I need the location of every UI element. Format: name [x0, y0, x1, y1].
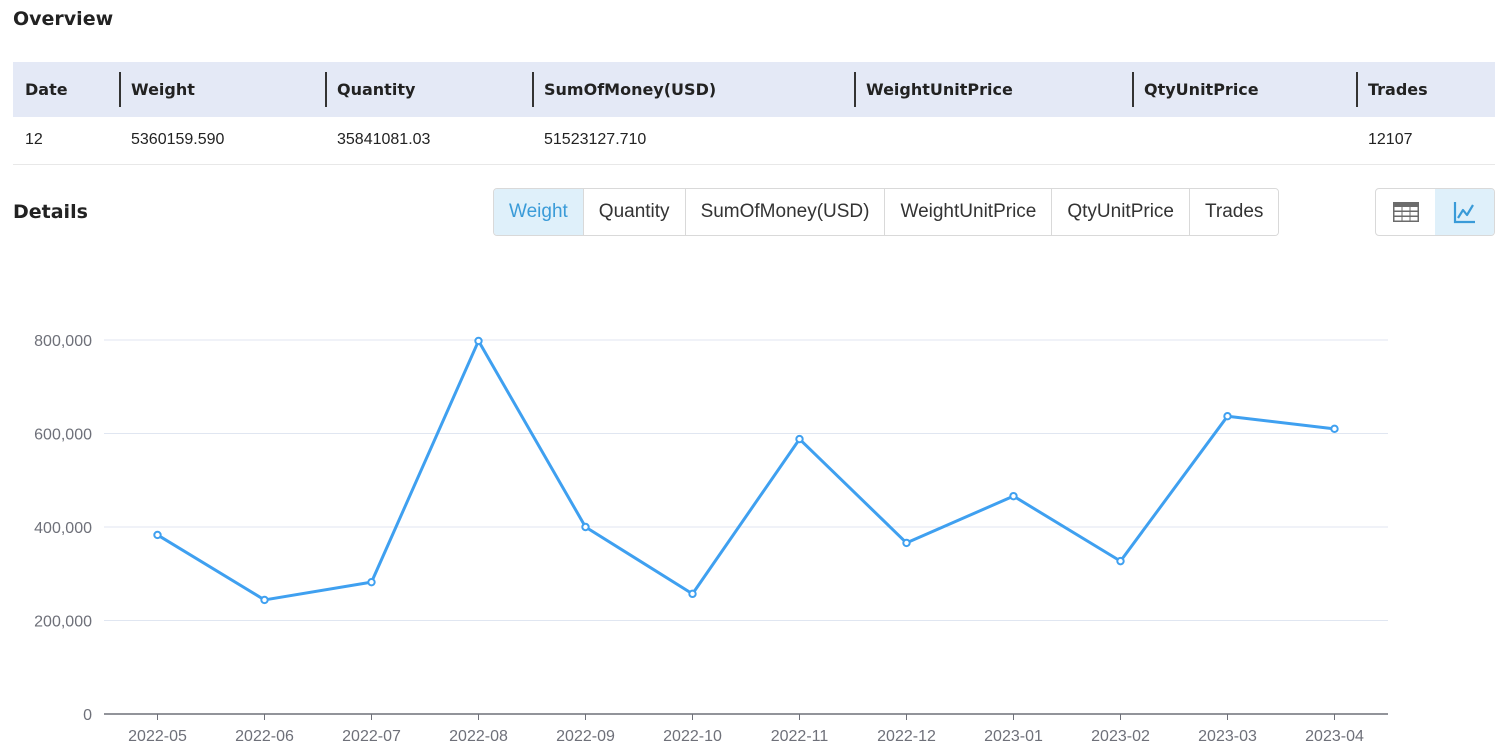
data-point — [1223, 412, 1232, 421]
x-tick-label: 2023-03 — [1198, 728, 1257, 745]
x-tick-label: 2022-11 — [771, 728, 829, 745]
cell-date: 12 — [13, 117, 119, 165]
x-tick-label: 2023-02 — [1091, 728, 1150, 745]
tab-trades[interactable]: Trades — [1189, 189, 1279, 235]
data-point — [688, 589, 697, 599]
col-header-weight: Weight — [119, 62, 325, 117]
data-point — [581, 522, 590, 532]
data-point — [795, 434, 804, 444]
x-tick-label: 2022-05 — [128, 728, 187, 745]
x-tick-label: 2022-08 — [449, 728, 508, 745]
data-point — [153, 530, 162, 540]
col-header-quantity: Quantity — [325, 62, 532, 117]
col-header-sum-of-money: SumOfMoney(USD) — [532, 62, 854, 117]
x-tick-label: 2022-10 — [663, 728, 722, 745]
table-view-button[interactable] — [1376, 189, 1435, 235]
y-tick-label: 400,000 — [34, 520, 92, 537]
y-tick-label: 0 — [83, 707, 92, 724]
x-tick-label: 2022-09 — [556, 728, 615, 745]
col-header-date: Date — [13, 62, 119, 117]
overview-title: Overview — [13, 8, 114, 30]
cell-weight: 5360159.590 — [119, 117, 325, 165]
cell-qty-unit-price — [1132, 117, 1356, 165]
overview-header-row: Date Weight Quantity SumOfMoney(USD) Wei… — [13, 62, 1495, 117]
cell-sum-of-money: 51523127.710 — [532, 117, 854, 165]
data-point — [1116, 556, 1125, 566]
tab-weight-unit-price[interactable]: WeightUnitPrice — [884, 189, 1052, 235]
table-row: 12 5360159.590 35841081.03 51523127.710 … — [13, 117, 1495, 165]
details-title: Details — [13, 201, 88, 223]
tab-sum-of-money[interactable]: SumOfMoney(USD) — [684, 189, 885, 235]
x-tick-label: 2022-12 — [877, 728, 936, 745]
data-point — [260, 595, 269, 605]
tab-qty-unit-price[interactable]: QtyUnitPrice — [1051, 189, 1189, 235]
series-weight — [153, 336, 1339, 605]
line-chart-icon — [1453, 202, 1475, 224]
x-axis: 2022-05 2022-06 2022-07 2022-08 2022-09 2022-… — [104, 713, 1388, 745]
tab-quantity[interactable]: Quantity — [582, 189, 685, 235]
col-header-qty-unit-price: QtyUnitPrice — [1132, 62, 1356, 117]
data-point — [367, 577, 376, 587]
x-tick-label: 2023-04 — [1305, 728, 1364, 745]
metric-tabs: Weight Quantity SumOfMoney(USD) WeightUn… — [493, 188, 1280, 236]
col-header-trades: Trades — [1356, 62, 1495, 117]
col-header-weight-unit-price: WeightUnitPrice — [854, 62, 1132, 117]
overview-table: Date Weight Quantity SumOfMoney(USD) Wei… — [13, 62, 1495, 165]
grid-lines — [104, 339, 1388, 621]
data-point — [474, 336, 483, 346]
data-point — [1330, 424, 1339, 434]
cell-weight-unit-price — [854, 117, 1132, 165]
data-point — [902, 538, 911, 548]
x-tick-label: 2022-07 — [342, 728, 401, 745]
weight-line-chart: 0200,000400,000600,000800,000 2022-05 202… — [34, 333, 1388, 745]
y-tick-label: 600,000 — [34, 427, 92, 444]
y-axis: 0 200,000 400,000 600,000 800,000 — [34, 333, 92, 724]
data-point — [1009, 491, 1018, 501]
cell-quantity: 35841081.03 — [325, 117, 532, 165]
series-line — [156, 339, 1335, 602]
x-tick-label: 2023-01 — [984, 728, 1043, 745]
y-tick-label: 800,000 — [34, 333, 92, 350]
y-tick-label: 200,000 — [34, 614, 92, 631]
cell-trades: 12107 — [1356, 117, 1495, 165]
view-toggle — [1375, 188, 1495, 236]
tab-weight[interactable]: Weight — [494, 189, 583, 235]
chart-view-button[interactable] — [1435, 189, 1494, 235]
table-icon — [1392, 202, 1419, 222]
x-tick-label: 2022-06 — [235, 728, 294, 745]
